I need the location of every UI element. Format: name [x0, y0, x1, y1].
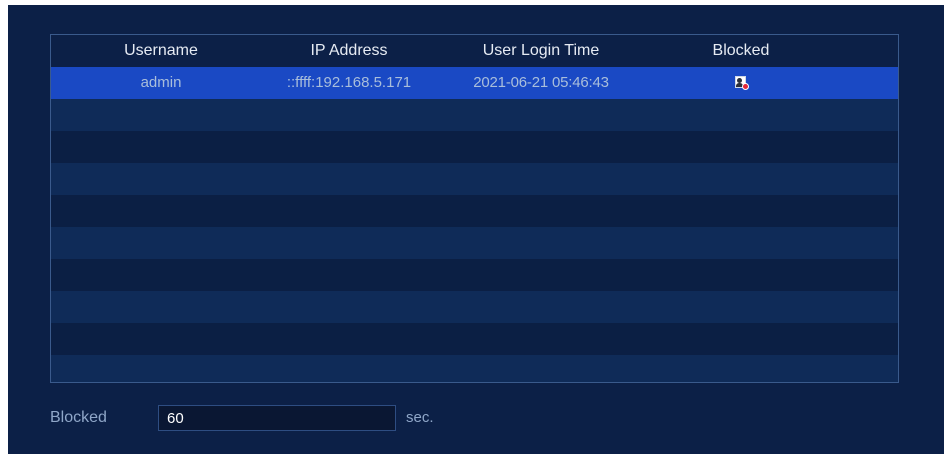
online-users-table: Username IP Address User Login Time Bloc…	[50, 34, 899, 383]
blocked-icon-head	[736, 77, 742, 83]
empty-row	[51, 227, 898, 259]
empty-row	[51, 291, 898, 323]
online-users-panel: Username IP Address User Login Time Bloc…	[8, 5, 944, 454]
table-header: Username IP Address User Login Time Bloc…	[51, 35, 898, 67]
empty-row	[51, 195, 898, 227]
empty-row	[51, 131, 898, 163]
blocked-icon-badge	[741, 82, 749, 90]
cell-login-time: 2021-06-21 05:46:43	[473, 74, 609, 91]
empty-row	[51, 259, 898, 291]
blocked-duration-input[interactable]	[158, 405, 396, 431]
empty-row	[51, 163, 898, 195]
table-row[interactable]: admin ::ffff:192.168.5.171 2021-06-21 05…	[51, 67, 898, 99]
empty-row	[51, 99, 898, 131]
column-header-ip-address: IP Address	[310, 42, 388, 59]
blocked-duration-unit: sec.	[406, 409, 434, 426]
table-body: admin ::ffff:192.168.5.171 2021-06-21 05…	[51, 67, 898, 382]
column-header-username: Username	[124, 42, 198, 59]
empty-row	[51, 355, 898, 382]
cell-ip-address: ::ffff:192.168.5.171	[286, 74, 412, 91]
empty-row	[51, 323, 898, 355]
blocked-duration-label: Blocked	[50, 409, 107, 426]
cell-username: admin	[140, 74, 182, 91]
column-header-login-time: User Login Time	[482, 42, 600, 59]
blocked-user-icon[interactable]	[734, 75, 749, 90]
cell-blocked	[671, 67, 811, 99]
column-header-blocked: Blocked	[712, 42, 770, 59]
